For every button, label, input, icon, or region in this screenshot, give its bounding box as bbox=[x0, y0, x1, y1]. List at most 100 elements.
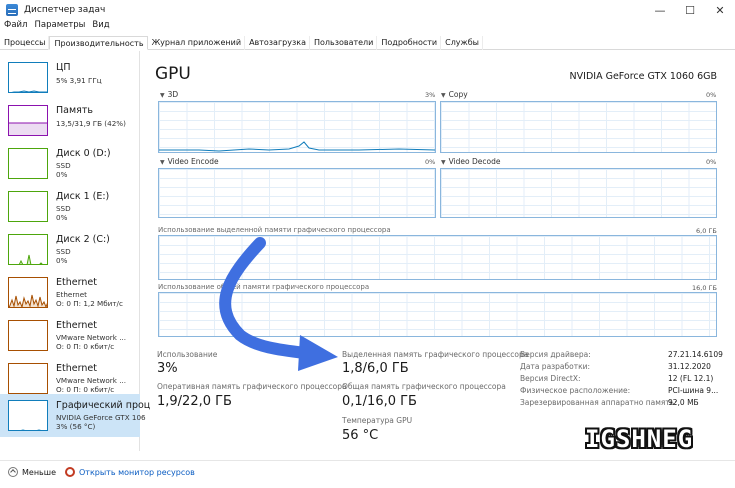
dedicated-memory-value: 1,8/6,0 ГБ bbox=[342, 361, 409, 376]
graph-dedicated-memory bbox=[158, 235, 717, 280]
fewer-details-button[interactable]: Меньше bbox=[8, 467, 56, 477]
shared-memory-graph-label: Использование общей памяти графического … bbox=[158, 283, 370, 291]
sidebar-item-label: Диск 0 (D:) bbox=[56, 148, 111, 159]
reserved-memory-value: 92,0 МБ bbox=[668, 398, 699, 407]
minimize-button[interactable]: — bbox=[645, 0, 675, 20]
maximize-button[interactable]: ☐ bbox=[675, 0, 705, 20]
sidebar-item-detail: О: 0 П: 1,2 Мбит/с bbox=[56, 299, 123, 308]
sidebar-item-detail: VMware Network ... bbox=[56, 376, 127, 385]
engine-label-3d[interactable]: ▼ 3D bbox=[160, 90, 178, 99]
sidebar-item-ethernet-2[interactable]: Ethernet VMware Network ... О: 0 П: 0 кб… bbox=[0, 314, 140, 357]
sidebar-item-detail: О: 0 П: 0 кбит/с bbox=[56, 342, 115, 351]
sidebar-item-detail: 0% bbox=[56, 256, 68, 265]
resource-sidebar: ЦП 5% 3,91 ГГц Память 13,5/31,9 ГБ (42%)… bbox=[0, 51, 150, 451]
sidebar-item-label: Память bbox=[56, 105, 93, 116]
sidebar-item-label: ЦП bbox=[56, 62, 71, 73]
usage-value: 3% bbox=[157, 361, 178, 376]
memory-thumbnail bbox=[8, 105, 48, 136]
sidebar-item-detail: VMware Network ... bbox=[56, 333, 127, 342]
fewer-details-label: Меньше bbox=[22, 467, 57, 477]
close-button[interactable]: ✕ bbox=[705, 0, 735, 20]
tab-details[interactable]: Подробности bbox=[377, 36, 442, 50]
sidebar-item-detail: 0% bbox=[56, 170, 68, 179]
tab-processes[interactable]: Процессы bbox=[0, 36, 50, 50]
usage-label: Использование bbox=[157, 350, 218, 359]
sidebar-item-disk-1[interactable]: Диск 1 (E:) SSD 0% bbox=[0, 185, 140, 228]
sidebar-item-label: Диск 1 (E:) bbox=[56, 191, 110, 202]
ethernet-thumbnail bbox=[8, 277, 48, 308]
sidebar-item-label: Ethernet bbox=[56, 277, 97, 288]
physical-location-value: PCI-шина 9... bbox=[668, 386, 719, 395]
gpu-memory-value: 1,9/22,0 ГБ bbox=[157, 394, 232, 409]
driver-date-label: Дата разработки: bbox=[520, 362, 591, 371]
dedicated-memory-graph-max: 6,0 ГБ bbox=[696, 227, 717, 235]
menu-bar: Файл Параметры Вид bbox=[0, 20, 113, 34]
gpu-memory-label: Оперативная память графического процессо… bbox=[157, 382, 347, 391]
footer-bar: Меньше Открыть монитор ресурсов bbox=[0, 460, 735, 488]
engine-label-video-encode[interactable]: ▼ Video Encode bbox=[160, 157, 219, 166]
chevron-down-icon: ▼ bbox=[441, 92, 446, 99]
open-resource-monitor-label: Открыть монитор ресурсов bbox=[79, 467, 195, 477]
tab-users[interactable]: Пользователи bbox=[310, 36, 378, 50]
page-title: GPU bbox=[155, 64, 191, 84]
sidebar-item-detail: 5% 3,91 ГГц bbox=[56, 76, 102, 85]
tab-services[interactable]: Службы bbox=[441, 36, 483, 50]
chevron-down-icon: ▼ bbox=[160, 159, 165, 166]
tab-performance[interactable]: Производительность bbox=[49, 36, 148, 50]
sidebar-item-detail: SSD bbox=[56, 161, 71, 170]
dedicated-memory-label: Выделенная память графического процессор… bbox=[342, 350, 529, 359]
disk-thumbnail bbox=[8, 148, 48, 179]
menu-options[interactable]: Параметры bbox=[30, 20, 88, 34]
watermark-logo: IGSHNEG bbox=[585, 425, 694, 453]
tab-app-history[interactable]: Журнал приложений bbox=[148, 36, 246, 50]
sidebar-item-disk-0[interactable]: Диск 0 (D:) SSD 0% bbox=[0, 142, 140, 185]
disk-thumbnail bbox=[8, 191, 48, 222]
graph-3d bbox=[158, 101, 436, 153]
window-title: Диспетчер задач bbox=[24, 5, 106, 15]
sidebar-item-label: Ethernet bbox=[56, 320, 97, 331]
menu-file[interactable]: Файл bbox=[0, 20, 30, 34]
ethernet-thumbnail bbox=[8, 363, 48, 394]
sidebar-item-detail: SSD bbox=[56, 204, 71, 213]
sidebar-item-memory[interactable]: Память 13,5/31,9 ГБ (42%) bbox=[0, 99, 140, 142]
sidebar-item-detail: 3% (56 °C) bbox=[56, 422, 96, 431]
sidebar-item-detail: SSD bbox=[56, 247, 71, 256]
tab-bar: Процессы Производительность Журнал прило… bbox=[0, 36, 735, 50]
ethernet-thumbnail bbox=[8, 320, 48, 351]
sidebar-item-detail: 0% bbox=[56, 213, 68, 222]
sidebar-item-detail: Ethernet bbox=[56, 290, 87, 299]
chevron-down-icon: ▼ bbox=[160, 92, 165, 99]
driver-version-value: 27.21.14.6109 bbox=[668, 350, 723, 359]
open-resource-monitor-link[interactable]: Открыть монитор ресурсов bbox=[65, 467, 195, 477]
sidebar-item-detail: 13,5/31,9 ГБ (42%) bbox=[56, 119, 126, 128]
sidebar-item-detail: NVIDIA GeForce GTX 106 bbox=[56, 413, 146, 422]
sidebar-item-gpu[interactable]: Графический проц NVIDIA GeForce GTX 106 … bbox=[0, 394, 150, 437]
menu-view[interactable]: Вид bbox=[88, 20, 112, 34]
engine-pct-3d: 3% bbox=[425, 91, 436, 99]
sidebar-item-ethernet-1[interactable]: Ethernet Ethernet О: 0 П: 1,2 Мбит/с bbox=[0, 271, 140, 314]
sidebar-item-label: Графический проц bbox=[56, 400, 151, 411]
engine-pct-video-encode: 0% bbox=[425, 158, 436, 166]
chevron-down-icon: ▼ bbox=[441, 159, 446, 166]
chevron-up-icon bbox=[8, 467, 18, 477]
tab-startup[interactable]: Автозагрузка bbox=[245, 36, 310, 50]
sidebar-item-cpu[interactable]: ЦП 5% 3,91 ГГц bbox=[0, 56, 140, 99]
cpu-thumbnail bbox=[8, 62, 48, 93]
gpu-thumbnail bbox=[8, 400, 48, 431]
reserved-memory-label: Зарезервированная аппаратно память: bbox=[520, 398, 677, 407]
sidebar-item-label: Ethernet bbox=[56, 363, 97, 374]
driver-date-value: 31.12.2020 bbox=[668, 362, 711, 371]
graph-shared-memory bbox=[158, 292, 717, 337]
directx-version-label: Версия DirectX: bbox=[520, 374, 581, 383]
graph-copy bbox=[440, 101, 717, 153]
engine-label-copy[interactable]: ▼ Copy bbox=[441, 90, 468, 99]
sidebar-item-disk-2[interactable]: Диск 2 (C:) SSD 0% bbox=[0, 228, 140, 271]
title-bar: Диспетчер задач bbox=[0, 0, 735, 20]
task-manager-icon bbox=[6, 4, 18, 16]
physical-location-label: Физическое расположение: bbox=[520, 386, 631, 395]
graph-video-encode bbox=[158, 168, 436, 218]
dedicated-memory-graph-label: Использование выделенной памяти графичес… bbox=[158, 226, 391, 234]
sidebar-item-detail: О: 0 П: 0 кбит/с bbox=[56, 385, 115, 394]
directx-version-value: 12 (FL 12.1) bbox=[668, 374, 714, 383]
engine-label-video-decode[interactable]: ▼ Video Decode bbox=[441, 157, 501, 166]
